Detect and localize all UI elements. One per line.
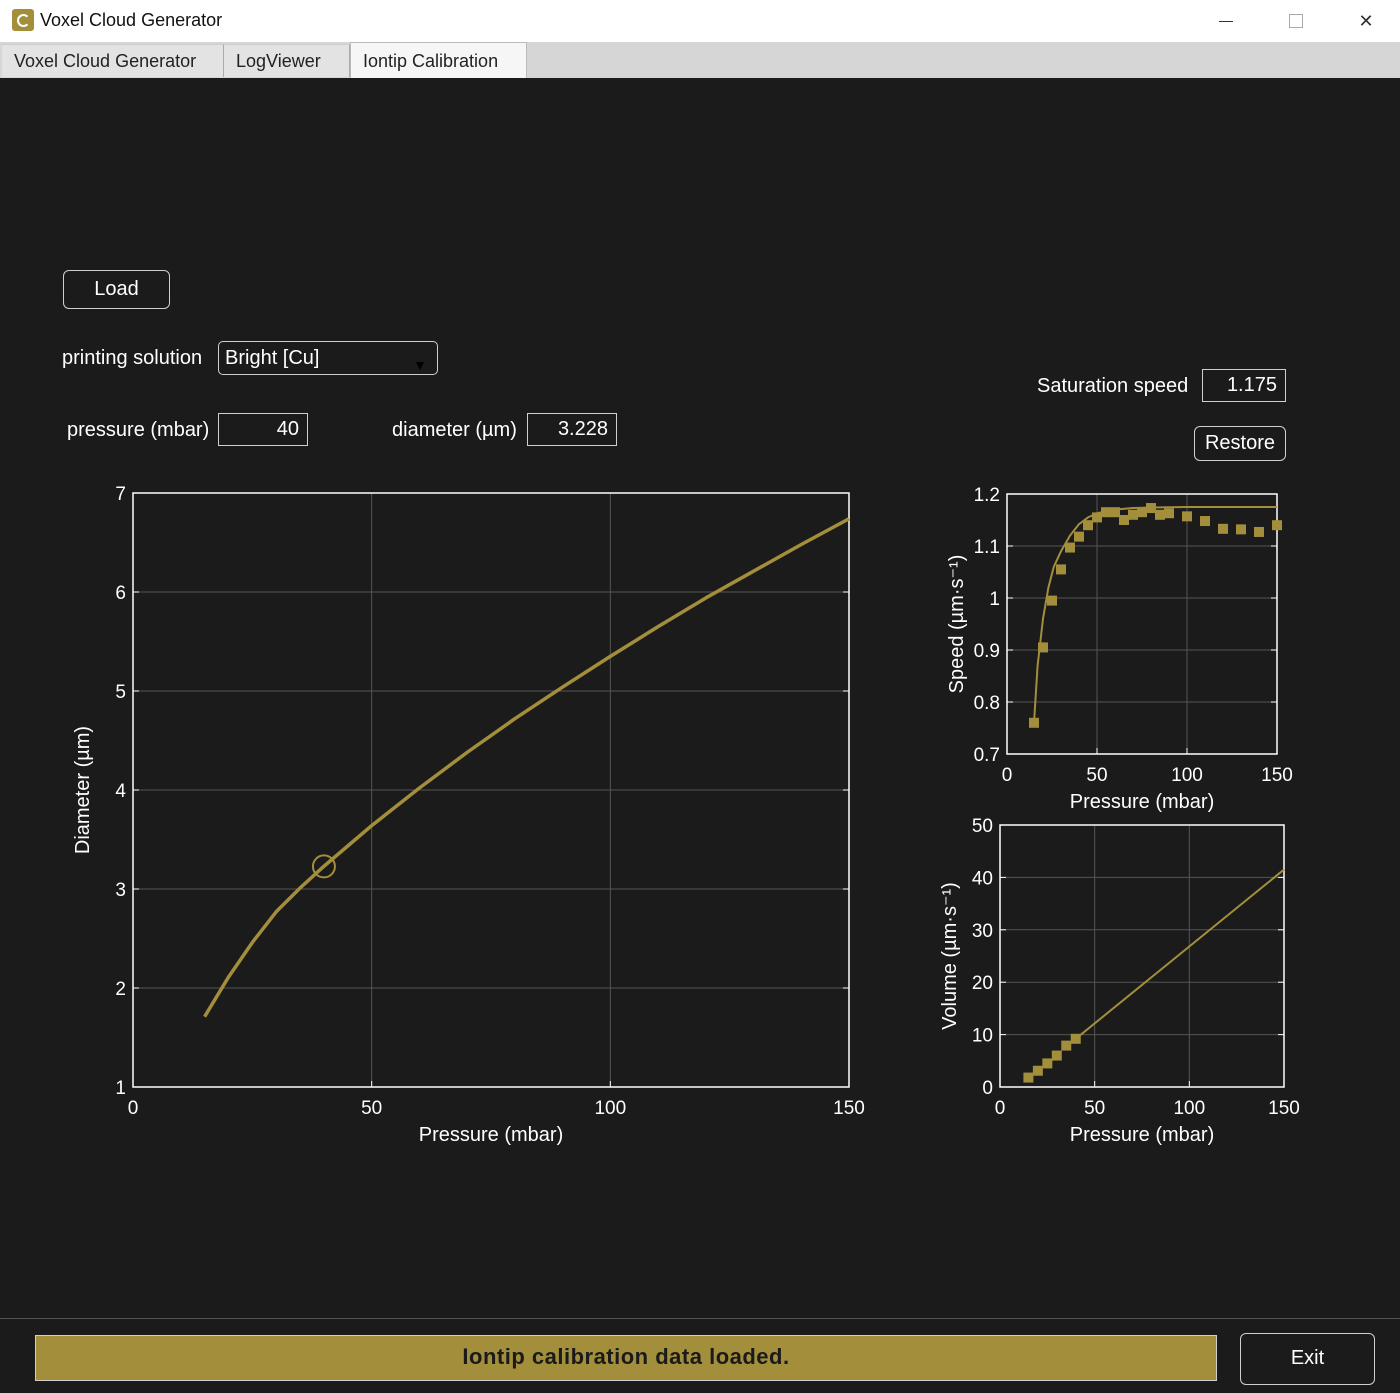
minimize-icon bbox=[1219, 20, 1233, 22]
exit-button[interactable]: Exit bbox=[1240, 1333, 1375, 1385]
printing-solution-label: printing solution bbox=[62, 347, 203, 369]
status-message: Iontip calibration data loaded. bbox=[35, 1335, 1217, 1381]
pressure-label: pressure (mbar) bbox=[67, 419, 210, 441]
tab-logviewer[interactable]: LogViewer bbox=[224, 44, 350, 77]
saturation-speed-label: Saturation speed bbox=[1037, 375, 1189, 397]
close-icon: ✕ bbox=[1358, 10, 1374, 31]
minimize-button[interactable] bbox=[1196, 0, 1256, 42]
app-logo-icon bbox=[12, 9, 34, 31]
tab-strip: Voxel Cloud Generator LogViewer Iontip C… bbox=[0, 42, 1400, 78]
tab-voxel-cloud-generator[interactable]: Voxel Cloud Generator bbox=[2, 44, 224, 77]
printing-solution-select[interactable]: Bright [Cu] ▼ bbox=[218, 341, 438, 375]
tab-iontip-calibration[interactable]: Iontip Calibration bbox=[350, 42, 527, 78]
load-button[interactable]: Load bbox=[63, 270, 170, 309]
calibration-panel: Load printing solution Bright [Cu] ▼ Sat… bbox=[0, 78, 1400, 1318]
printing-solution-value: Bright [Cu] bbox=[225, 347, 320, 369]
pressure-field[interactable]: 40 bbox=[218, 413, 308, 446]
close-button[interactable]: ✕ bbox=[1336, 0, 1396, 42]
maximize-button[interactable] bbox=[1266, 0, 1326, 42]
restore-button[interactable]: Restore bbox=[1194, 426, 1286, 461]
window-title: Voxel Cloud Generator bbox=[40, 10, 223, 30]
diameter-label: diameter (µm) bbox=[392, 419, 517, 441]
dropdown-arrow-icon: ▼ bbox=[413, 357, 427, 373]
saturation-speed-field[interactable]: 1.175 bbox=[1202, 369, 1286, 402]
title-bar: Voxel Cloud Generator ✕ bbox=[0, 0, 1400, 42]
diameter-field[interactable]: 3.228 bbox=[527, 413, 617, 446]
maximize-icon bbox=[1289, 14, 1303, 28]
footer-bar: Iontip calibration data loaded. Exit bbox=[0, 1318, 1400, 1393]
